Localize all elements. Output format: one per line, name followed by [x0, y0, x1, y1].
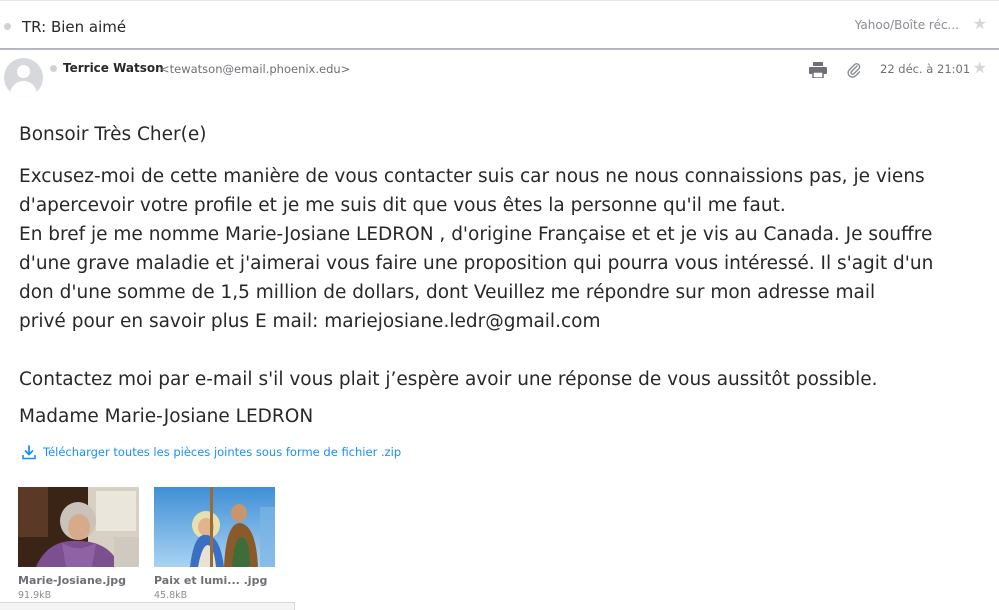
star-icon[interactable]: ★ — [973, 14, 987, 33]
status-bar — [0, 602, 295, 610]
photo-thumbnail-woman[interactable] — [18, 487, 139, 567]
sender-email[interactable]: <tewatson@email.phoenix.edu> — [160, 62, 350, 76]
message-line: don d'une somme de 1,5 million de dollar… — [19, 282, 876, 303]
contact-line: Contactez moi par e-mail s'il vous plait… — [19, 369, 878, 390]
sender-row: Terrice Watson <tewatson@email.phoenix.e… — [0, 52, 999, 112]
greeting-line: Bonsoir Très Cher(e) — [19, 124, 207, 145]
presence-dot-icon — [50, 65, 57, 72]
attachment-size: 45.8kB — [154, 590, 188, 601]
email-date: 22 déc. à 21:01 — [880, 62, 971, 76]
star-icon[interactable]: ★ — [973, 58, 987, 77]
message-line: d'apercevoir votre profile et je me suis… — [19, 195, 786, 216]
attachment-name: Paix et lumi... .jpg — [154, 574, 268, 587]
avatar-icon[interactable] — [4, 58, 43, 97]
message-line: Excusez-moi de cette manière de vous con… — [19, 166, 925, 187]
attachment-card[interactable]: Paix et lumi... .jpg 45.8kB — [154, 487, 275, 601]
avatar-body-shape — [10, 81, 37, 97]
email-subject: TR: Bien aimé — [22, 18, 127, 36]
folder-label[interactable]: Yahoo/Boîte réc... — [855, 18, 959, 32]
download-all-label[interactable]: Télécharger toutes les pièces jointes so… — [43, 445, 401, 459]
sender-name[interactable]: Terrice Watson — [63, 61, 164, 75]
subject-bar: TR: Bien aimé Yahoo/Boîte réc... ★ — [0, 0, 999, 50]
avatar-head-shape — [17, 65, 30, 78]
paperclip-icon[interactable] — [847, 62, 861, 78]
attachment-size: 91.9kB — [18, 590, 52, 601]
message-line: En bref je me nomme Marie-Josiane LEDRON… — [19, 224, 933, 245]
attachment-card[interactable]: Marie-Josiane.jpg 91.9kB — [18, 487, 139, 601]
print-icon[interactable] — [809, 62, 827, 78]
attachment-name: Marie-Josiane.jpg — [18, 574, 126, 587]
message-body: Bonsoir Très Cher(e) Excusez-moi de cett… — [19, 120, 994, 431]
photo-thumbnail-holy-family[interactable] — [154, 487, 275, 567]
unread-dot-icon — [4, 23, 11, 30]
download-icon — [22, 445, 36, 460]
message-line: privé pour en savoir plus E mail: mariej… — [19, 311, 601, 332]
message-line: d'une grave maladie et j'aimerai vous fa… — [19, 253, 934, 274]
signature-line: Madame Marie-Josiane LEDRON — [19, 406, 314, 427]
